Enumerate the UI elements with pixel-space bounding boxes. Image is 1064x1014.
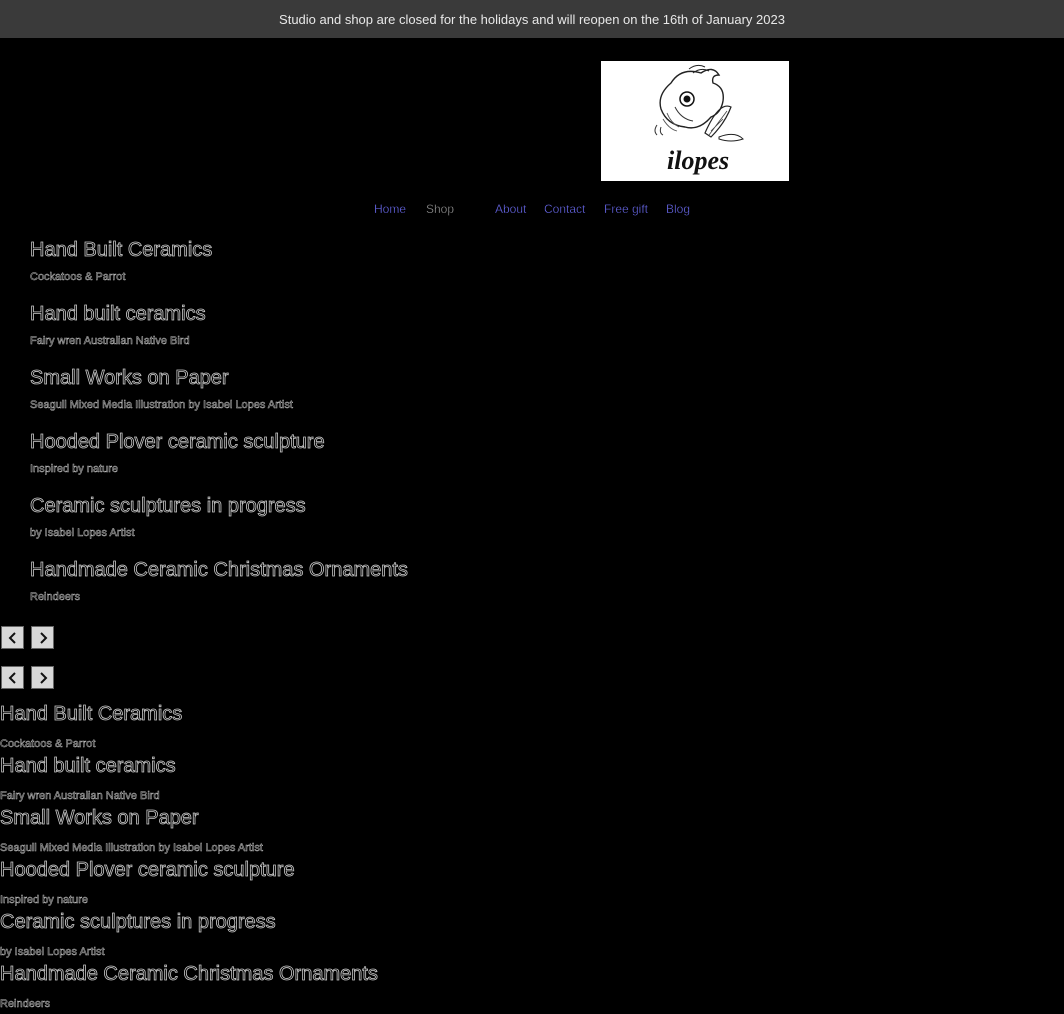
slide-title: Hand Built Ceramics — [30, 239, 213, 262]
slide-subtitle: Seagull Mixed Media Illustration by Isab… — [30, 399, 293, 412]
announcement-text: Studio and shop are closed for the holid… — [279, 11, 785, 27]
slide-subtitle: Fairy wren Australian Native Bird — [30, 335, 190, 348]
nav-about[interactable]: About — [495, 202, 527, 216]
slide-title: Hand Built Ceramics — [0, 703, 183, 726]
slide-subtitle: Cockatoos & Parrot — [0, 738, 96, 751]
slide-subtitle: Reindeers — [30, 591, 81, 604]
carousel-prev-button[interactable] — [1, 666, 24, 689]
slide-subtitle: Seagull Mixed Media Illustration by Isab… — [0, 842, 263, 855]
slide-title: Ceramic sculptures in progress — [0, 911, 276, 934]
chevron-left-icon — [8, 671, 16, 684]
nav-contact[interactable]: Contact — [544, 202, 586, 216]
slide-title: Small Works on Paper — [0, 807, 199, 830]
slideshow-text-primary: Hand Built Ceramics Cockatoos & Parrot H… — [30, 236, 409, 620]
svg-text:ilopes: ilopes — [667, 146, 729, 175]
site-logo[interactable]: ilopes — [601, 61, 789, 181]
announcement-bar: Studio and shop are closed for the holid… — [0, 0, 1064, 38]
slide-title: Hand built ceramics — [30, 303, 206, 326]
slide-title: Small Works on Paper — [30, 367, 229, 390]
slide-title: Handmade Ceramic Christmas Ornaments — [0, 963, 378, 986]
nav-free-gift[interactable]: Free gift — [604, 202, 648, 216]
slide-title: Handmade Ceramic Christmas Ornaments — [30, 559, 409, 582]
slide-title: Ceramic sculptures in progress — [30, 495, 306, 518]
slideshow-text-secondary: Hand Built Ceramics Cockatoos & Parrot H… — [0, 700, 378, 1012]
chevron-left-icon — [8, 631, 16, 644]
slide-subtitle: Fairy wren Australian Native Bird — [0, 790, 160, 803]
nav-home[interactable]: Home — [374, 202, 406, 216]
carousel-next-button[interactable] — [31, 666, 54, 689]
slide-title: Hand built ceramics — [0, 755, 176, 778]
nav-blog[interactable]: Blog — [666, 202, 690, 216]
slide-title: Hooded Plover ceramic sculpture — [0, 859, 295, 882]
slide-subtitle: by Isabel Lopes Artist — [30, 527, 135, 540]
slide-subtitle: Cockatoos & Parrot — [30, 271, 126, 284]
logo-bird-illustration: ilopes — [654, 64, 744, 175]
carousel-prev-button[interactable] — [1, 626, 24, 649]
carousel-next-button[interactable] — [31, 626, 54, 649]
slide-subtitle: Inspired by nature — [0, 894, 89, 907]
slide-title: Hooded Plover ceramic sculpture — [30, 431, 325, 454]
slide-subtitle: Inspired by nature — [30, 463, 119, 476]
slide-subtitle: by Isabel Lopes Artist — [0, 946, 105, 959]
slide-subtitle: Reindeers — [0, 998, 51, 1011]
chevron-right-icon — [39, 631, 47, 644]
main-nav: Home Shop About Contact Free gift Blog — [0, 202, 1064, 218]
chevron-right-icon — [39, 671, 47, 684]
nav-shop[interactable]: Shop — [426, 202, 454, 216]
